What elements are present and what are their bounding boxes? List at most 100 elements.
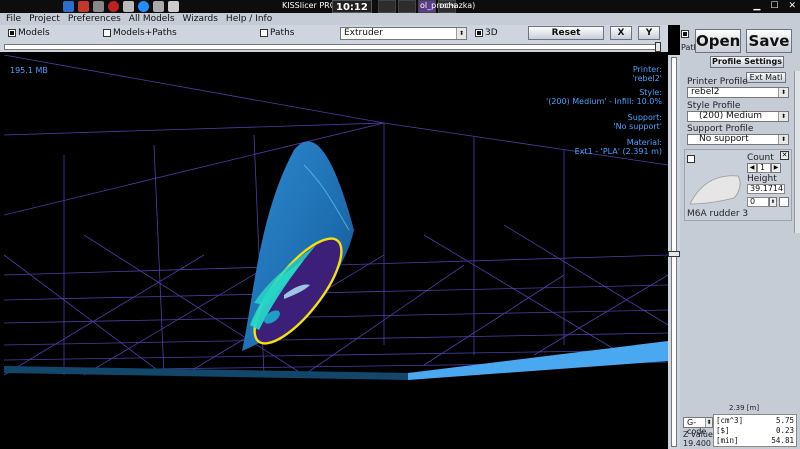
- view-mode-value: Extruder: [344, 28, 383, 38]
- updown-icon: ⬍: [778, 88, 788, 97]
- network-icon[interactable]: [168, 1, 179, 12]
- window-controls: ▁ ☐ ✕: [753, 1, 796, 11]
- printer-profile-select[interactable]: rebel2 ⬍: [687, 87, 789, 98]
- paths-label: Paths: [270, 28, 295, 38]
- window-icon[interactable]: [153, 1, 164, 12]
- updown-icon: ⬍: [778, 112, 788, 121]
- extruder-color-swatch[interactable]: [779, 197, 789, 207]
- height-label: Height: [747, 174, 777, 184]
- printer-profile-value: rebel2: [691, 87, 720, 97]
- gcode-select[interactable]: G-code ⬍: [683, 417, 713, 436]
- paths-radio[interactable]: [260, 29, 268, 37]
- view-mode-select[interactable]: Extruder ⬍: [340, 27, 467, 40]
- z-value-label: Z value: [683, 430, 713, 439]
- minimize-icon[interactable]: ▁: [753, 1, 760, 11]
- rudder-model[interactable]: [240, 141, 355, 355]
- tool-icon[interactable]: [93, 1, 104, 12]
- support-info-value: 'No support': [613, 122, 662, 131]
- material-info-value: Ext1 - 'PLA' (2.391 m): [574, 147, 662, 156]
- height-field[interactable]: 39.1714: [747, 184, 785, 194]
- path-percent-checkbox[interactable]: [681, 30, 689, 38]
- count-increment-icon[interactable]: ▶: [771, 163, 781, 173]
- style-profile-label: Style Profile: [687, 101, 741, 111]
- menu-all-models[interactable]: All Models: [129, 13, 175, 25]
- stat-row: [min] 54.81: [716, 436, 794, 446]
- style-profile-select[interactable]: (200) Medium ⬍: [687, 111, 789, 122]
- support-profile-label: Support Profile: [687, 124, 754, 134]
- scene-canvas: [4, 55, 668, 380]
- close-icon[interactable]: ✕: [788, 1, 796, 11]
- menu-bar: File Project Preferences All Models Wiza…: [0, 13, 800, 25]
- save-button[interactable]: Save: [746, 29, 792, 53]
- threed-checkbox[interactable]: [475, 29, 483, 37]
- stat-unit: [$]: [716, 426, 730, 435]
- stat-unit: [cm^3]: [716, 416, 744, 425]
- monitor-icon[interactable]: [378, 0, 396, 13]
- 3d-viewport[interactable]: 195.1 MB Printer: 'rebel2' Style: '(200)…: [4, 55, 668, 449]
- path-slider-thumb[interactable]: [655, 42, 661, 52]
- material-info-label: Material:: [626, 138, 662, 147]
- material-info: Material: Ext1 - 'PLA' (2.391 m): [575, 138, 662, 156]
- cpu-icon[interactable]: [398, 0, 416, 13]
- stat-value: 0.23: [775, 426, 794, 435]
- model-card[interactable]: ✕ Count ◀ 1 ▶ Height 39.1714 0 ⬍ M6A rud…: [684, 149, 792, 221]
- support-profile-select[interactable]: No support ⬍: [687, 134, 789, 145]
- panel-scrollbar[interactable]: [794, 71, 800, 233]
- taskbar-icons: [63, 1, 179, 12]
- updown-icon: ⬍: [778, 135, 788, 144]
- profile-settings-button[interactable]: Profile Settings: [710, 56, 784, 68]
- count-decrement-icon[interactable]: ◀: [747, 163, 757, 173]
- paths-option[interactable]: Paths: [260, 28, 294, 38]
- menu-preferences[interactable]: Preferences: [68, 13, 121, 25]
- updown-icon: ⬍: [705, 418, 712, 427]
- right-panel: Path% Open Save Profile Settings Ext Mat…: [680, 25, 800, 449]
- user-icon[interactable]: [123, 1, 134, 12]
- reset-button[interactable]: Reset: [528, 26, 604, 40]
- updown-icon: ⬍: [456, 28, 466, 39]
- extruder-field[interactable]: 0: [747, 197, 769, 207]
- stat-value: 54.81: [771, 436, 794, 445]
- models-paths-option[interactable]: Models+Paths: [103, 28, 177, 38]
- update-icon[interactable]: [108, 1, 119, 12]
- stat-value: 5.75: [775, 416, 794, 425]
- support-info: Support: 'No support': [613, 113, 662, 131]
- extruder-spinner-icon[interactable]: ⬍: [769, 197, 777, 207]
- clock[interactable]: 10:12: [332, 0, 372, 13]
- models-paths-radio[interactable]: [103, 29, 111, 37]
- printer-profile-label: Printer Profile: [687, 77, 748, 87]
- stat-unit: [min]: [716, 436, 739, 445]
- ext-matl-button[interactable]: Ext Matl: [746, 72, 786, 83]
- support-info-label: Support:: [627, 113, 662, 122]
- model-thumbnail: [689, 175, 741, 205]
- x-button[interactable]: X: [610, 26, 632, 40]
- count-field[interactable]: 1: [757, 163, 771, 173]
- style-info: Style: '(200) Medium' - Infill: 10.0%: [546, 88, 662, 106]
- model-remove-icon[interactable]: ✕: [780, 151, 789, 160]
- skype-icon[interactable]: [138, 1, 149, 12]
- stat-row: [$] 0.23: [716, 426, 794, 436]
- stat-row: [cm^3] 5.75: [716, 416, 794, 426]
- menu-file[interactable]: File: [6, 13, 21, 25]
- maximize-icon[interactable]: ☐: [770, 1, 778, 11]
- window-title: KISSlicer PRO: [282, 1, 337, 10]
- threed-option[interactable]: 3D: [475, 28, 498, 38]
- path-slider-track[interactable]: [4, 44, 660, 50]
- menu-wizards[interactable]: Wizards: [183, 13, 218, 25]
- menu-project[interactable]: Project: [29, 13, 60, 25]
- models-label: Models: [18, 28, 50, 38]
- filament-length: 2.39 [m]: [729, 404, 760, 412]
- models-option[interactable]: Models: [8, 28, 50, 38]
- menu-help[interactable]: Help / Info: [226, 13, 272, 25]
- layer-slider-thumb[interactable]: [668, 251, 680, 257]
- printer-info-value: 'rebel2': [632, 74, 662, 83]
- style-profile-value: (200) Medium: [699, 111, 763, 121]
- open-button[interactable]: Open: [695, 29, 741, 53]
- vpn-icon[interactable]: [78, 1, 89, 12]
- layer-slider[interactable]: [668, 55, 680, 449]
- count-label: Count: [747, 153, 774, 163]
- y-button[interactable]: Y: [638, 26, 660, 40]
- z-value: 19.400: [683, 439, 711, 448]
- dropbox-icon[interactable]: [63, 1, 74, 12]
- model-select-checkbox[interactable]: [687, 155, 695, 163]
- models-radio[interactable]: [8, 29, 16, 37]
